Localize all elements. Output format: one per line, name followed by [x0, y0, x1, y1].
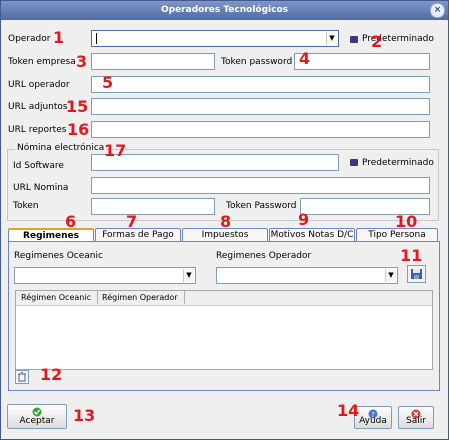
annotation-2: 2 — [371, 32, 383, 51]
annotation-6: 6 — [65, 212, 77, 231]
url-operador-field[interactable] — [91, 76, 430, 93]
regimenes-operador-label: Regimenes Operador — [216, 251, 312, 261]
url-adjuntos-label: URL adjuntos — [8, 102, 68, 112]
operador-select[interactable]: ▼ — [91, 30, 339, 47]
annotation-13: 13 — [73, 406, 96, 425]
regimenes-operador-select[interactable]: ▼ — [216, 267, 398, 284]
close-icon[interactable]: × — [430, 3, 445, 18]
annotation-10: 10 — [395, 212, 418, 231]
annotation-4: 4 — [299, 49, 311, 68]
tab-motivos-notas[interactable]: Motivos Notas D/C — [269, 228, 355, 241]
annotation-3: 3 — [76, 52, 88, 71]
nomina-legend: Nómina electrónica — [15, 143, 107, 153]
url-reportes-field[interactable] — [91, 121, 430, 138]
title-bar: Operadores Tecnológicos × — [1, 1, 448, 20]
annotation-11: 11 — [400, 246, 423, 265]
ayuda-button[interactable]: ? Ayuda — [354, 406, 392, 429]
delete-button[interactable] — [15, 370, 29, 384]
nomina-predeterminado-label: Predeterminado — [362, 158, 434, 168]
chevron-down-icon[interactable]: ▼ — [183, 269, 194, 282]
chevron-down-icon[interactable]: ▼ — [385, 269, 396, 282]
column-separator — [184, 291, 185, 304]
annotation-5: 5 — [102, 73, 114, 92]
text-caret — [96, 33, 97, 44]
url-nomina-label: URL Nomina — [13, 183, 69, 193]
nomina-token-field[interactable] — [91, 198, 215, 215]
chevron-down-icon[interactable]: ▼ — [326, 32, 337, 45]
annotation-8: 8 — [220, 212, 232, 231]
column-separator — [97, 291, 98, 304]
annotation-9: 9 — [298, 210, 310, 229]
aceptar-button[interactable]: Aceptar — [7, 404, 67, 429]
annotation-12: 12 — [40, 365, 63, 384]
url-nomina-field[interactable] — [91, 177, 430, 194]
save-button[interactable] — [407, 265, 426, 283]
token-empresa-label: Token empresa — [8, 57, 76, 67]
salir-button[interactable]: Salir — [398, 406, 434, 429]
dialog-window: Operadores Tecnológicos × Operador ▼ Pre… — [0, 0, 449, 440]
regimenes-panel: Regimenes Oceanic ▼ Regimenes Operador ▼… — [8, 241, 440, 391]
id-software-label: Id Software — [13, 161, 64, 171]
aceptar-label: Aceptar — [19, 416, 55, 426]
nomina-predeterminado-checkbox[interactable] — [350, 159, 358, 166]
regimenes-oceanic-select[interactable]: ▼ — [14, 267, 196, 284]
operador-label: Operador — [8, 34, 51, 44]
nomina-token-password-label: Token Password — [226, 201, 297, 211]
regimenes-table[interactable]: Régimen Oceanic Régimen Operador — [15, 290, 433, 370]
tab-formas-de-pago[interactable]: Formas de Pago — [95, 228, 181, 241]
token-password-field[interactable] — [294, 53, 430, 70]
predeterminado-checkbox[interactable] — [350, 36, 358, 43]
window-title: Operadores Tecnológicos — [160, 5, 288, 15]
url-adjuntos-field[interactable] — [91, 98, 430, 115]
annotation-15: 15 — [66, 97, 89, 116]
regimenes-oceanic-label: Regimenes Oceanic — [14, 251, 103, 261]
id-software-field[interactable] — [91, 154, 339, 171]
token-password-label: Token password — [221, 57, 293, 67]
token-label: Token — [13, 201, 39, 211]
column-header-regimen-oceanic[interactable]: Régimen Oceanic — [21, 293, 91, 302]
url-operador-label: URL operador — [8, 80, 70, 90]
ayuda-label: Ayuda — [359, 416, 387, 426]
delete-icon — [18, 372, 26, 382]
annotation-17: 17 — [104, 141, 127, 160]
save-icon — [411, 269, 422, 279]
column-header-regimen-operador[interactable]: Régimen Operador — [102, 293, 178, 302]
annotation-1: 1 — [53, 28, 65, 47]
table-header: Régimen Oceanic Régimen Operador — [16, 291, 432, 306]
annotation-7: 7 — [126, 212, 138, 231]
annotation-16: 16 — [67, 120, 90, 139]
salir-label: Salir — [406, 416, 426, 426]
url-reportes-label: URL reportes — [8, 125, 67, 135]
annotation-14: 14 — [337, 401, 360, 420]
token-empresa-field[interactable] — [91, 53, 215, 70]
